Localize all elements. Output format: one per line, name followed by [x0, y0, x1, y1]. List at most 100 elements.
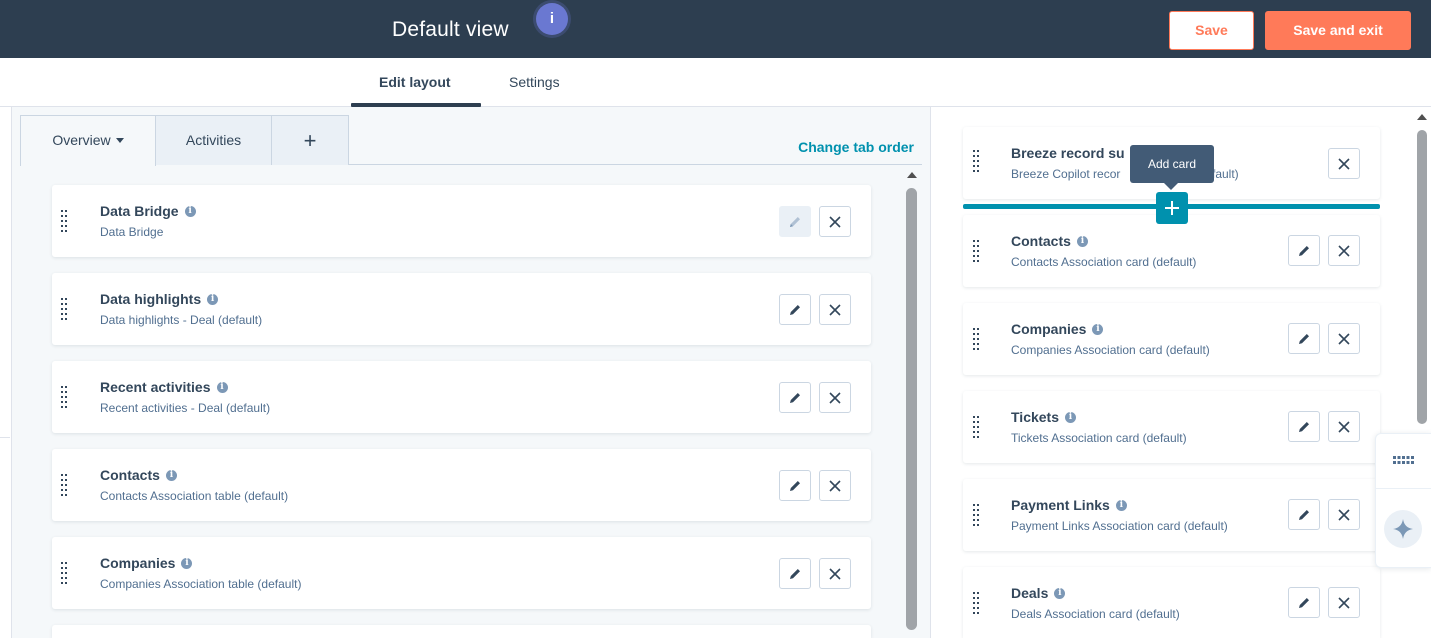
remove-card-button[interactable]	[1328, 235, 1360, 266]
info-icon[interactable]: i	[165, 469, 177, 481]
add-tab-button[interactable]: +	[271, 115, 349, 165]
remove-card-button[interactable]	[1328, 411, 1360, 442]
close-icon	[829, 479, 841, 492]
edit-card-button[interactable]	[779, 558, 811, 589]
info-icon[interactable]: i	[181, 557, 193, 569]
remove-card-button[interactable]	[1328, 499, 1360, 530]
scrollbar-thumb[interactable]	[906, 188, 917, 630]
layout-tab-activities[interactable]: Activities	[155, 115, 272, 165]
remove-card-button[interactable]	[1328, 148, 1360, 179]
remove-card-button[interactable]	[819, 470, 851, 501]
info-icon[interactable]: i	[1092, 323, 1104, 335]
remove-card-button[interactable]	[819, 294, 851, 325]
drag-handle-icon[interactable]	[973, 328, 979, 350]
info-icon[interactable]: i	[1115, 499, 1127, 511]
layout-tab-overview[interactable]: Overview	[20, 115, 156, 166]
add-card-button[interactable]	[1156, 192, 1188, 224]
edit-card-button[interactable]	[1288, 235, 1320, 266]
card-title-text: Data Bridge	[100, 203, 179, 219]
tooltip-arrow	[1164, 183, 1178, 190]
right-scrollbar[interactable]	[1416, 114, 1427, 434]
card-title-text: Companies	[1011, 321, 1087, 337]
info-badge-icon[interactable]: i	[536, 3, 568, 35]
card-item[interactable]: Payment Links i Payment Links Association…	[963, 479, 1380, 551]
remove-card-button[interactable]	[819, 382, 851, 413]
card-title-text: Companies	[100, 555, 176, 571]
close-icon	[829, 391, 841, 404]
remove-card-button[interactable]	[1328, 587, 1360, 618]
card-subtitle: Deals Association card (default)	[1011, 607, 1180, 621]
drag-handle-icon[interactable]	[61, 298, 67, 320]
card-item[interactable]: Companies i Companies Association table (…	[52, 537, 871, 609]
card-title: Payment Links i	[1011, 497, 1127, 513]
card-title-text: Contacts	[100, 467, 160, 483]
scroll-up-arrow[interactable]	[1417, 114, 1427, 120]
page-title: Default view	[392, 18, 509, 41]
card-title-text: Contacts	[1011, 233, 1071, 249]
info-icon[interactable]: i	[184, 205, 196, 217]
card-subtitle: Data Bridge	[100, 225, 164, 239]
save-button[interactable]: Save	[1169, 11, 1254, 50]
drag-handle-icon[interactable]	[973, 592, 979, 614]
edit-card-button[interactable]	[779, 294, 811, 325]
drag-handle-icon[interactable]	[61, 386, 67, 408]
sparkle-icon	[1393, 519, 1413, 539]
card-subtitle: Companies Association table (default)	[100, 577, 302, 591]
card-item[interactable]	[52, 625, 871, 638]
card-subtitle: Tickets Association card (default)	[1011, 431, 1187, 445]
copilot-button[interactable]	[1384, 510, 1422, 548]
drag-handle-icon[interactable]	[973, 416, 979, 438]
change-tab-order-link[interactable]: Change tab order	[798, 139, 914, 155]
card-subtitle: Payment Links Association card (default)	[1011, 519, 1228, 533]
card-item[interactable]: Data highlights i Data highlights - Deal …	[52, 273, 871, 345]
scroll-up-arrow[interactable]	[907, 172, 917, 178]
card-subtitle-tail: fault)	[1212, 167, 1239, 181]
drag-handle-icon[interactable]	[61, 474, 67, 496]
tab-settings[interactable]: Settings	[509, 74, 560, 90]
info-icon[interactable]: i	[1076, 235, 1088, 247]
card-item[interactable]: Contacts i Contacts Association table (de…	[52, 449, 871, 521]
middle-scrollbar[interactable]	[906, 172, 917, 638]
close-icon	[1338, 596, 1350, 609]
close-icon	[829, 567, 841, 580]
drag-handle-icon[interactable]	[973, 150, 979, 172]
layout-tab-bar: Overview Activities + Change tab order	[20, 115, 922, 166]
remove-card-button[interactable]	[819, 558, 851, 589]
card-subtitle: Contacts Association card (default)	[1011, 255, 1197, 269]
side-widget	[1375, 433, 1431, 568]
info-icon[interactable]: i	[1065, 411, 1076, 423]
info-icon[interactable]: i	[1054, 587, 1066, 599]
edit-card-button[interactable]	[1288, 323, 1320, 354]
info-icon[interactable]: i	[207, 293, 219, 305]
card-item[interactable]: Recent activities i Recent activities - D…	[52, 361, 871, 433]
edit-card-button[interactable]	[779, 206, 811, 237]
remove-card-button[interactable]	[819, 206, 851, 237]
scrollbar-thumb[interactable]	[1417, 130, 1427, 424]
pencil-icon	[790, 304, 800, 315]
close-icon	[829, 215, 841, 228]
card-item[interactable]: Contacts i Contacts Association card (def…	[963, 215, 1380, 287]
close-icon	[829, 303, 841, 316]
card-item[interactable]: Tickets i Tickets Association card (defau…	[963, 391, 1380, 463]
card-item[interactable]: Companies i Companies Association card (d…	[963, 303, 1380, 375]
edit-card-button[interactable]	[1288, 411, 1320, 442]
drag-handle-icon[interactable]	[61, 210, 67, 232]
save-and-exit-button[interactable]: Save and exit	[1265, 11, 1411, 50]
edit-card-button[interactable]	[1288, 499, 1320, 530]
card-title-text: Data highlights	[100, 291, 202, 307]
drag-handle-icon[interactable]	[973, 240, 979, 262]
info-icon[interactable]: i	[216, 381, 228, 393]
editor-header: Default view i Save Save and exit	[0, 0, 1431, 58]
edit-card-button[interactable]	[1288, 587, 1320, 618]
card-item[interactable]: Deals i Deals Association card (default)	[963, 567, 1380, 638]
card-item[interactable]: Data Bridge i Data Bridge	[52, 185, 871, 257]
card-subtitle: Breeze Copilot recor	[1011, 167, 1121, 181]
edit-card-button[interactable]	[779, 382, 811, 413]
drag-handle-icon[interactable]	[61, 562, 67, 584]
edit-card-button[interactable]	[779, 470, 811, 501]
tab-edit-layout[interactable]: Edit layout	[379, 74, 451, 90]
remove-card-button[interactable]	[1328, 323, 1360, 354]
card-title: Deals i	[1011, 585, 1066, 601]
grid-dots-icon[interactable]	[1393, 456, 1415, 466]
drag-handle-icon[interactable]	[973, 504, 979, 526]
